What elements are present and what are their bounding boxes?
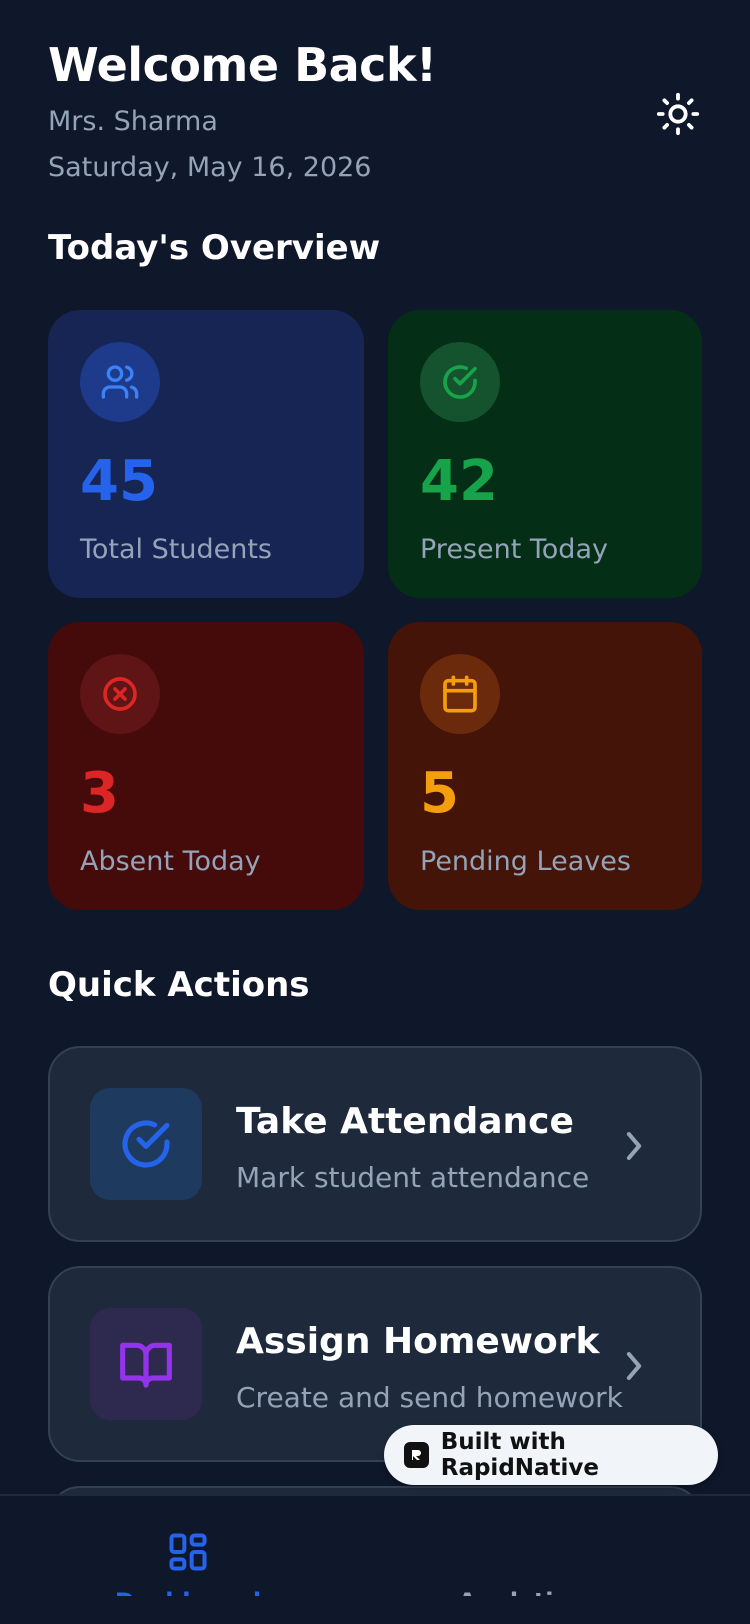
- calendar-icon: [443, 675, 477, 713]
- stat-value: 45: [80, 449, 158, 514]
- stat-icon-wrap: [420, 342, 500, 422]
- stat-value: 5: [420, 761, 459, 826]
- action-title: Assign Homework: [236, 1321, 600, 1362]
- current-date: Saturday, May 16, 2026: [48, 152, 372, 183]
- header: Welcome Back! Mrs. Sharma Saturday, May …: [48, 36, 702, 186]
- stat-value: 3: [80, 761, 119, 826]
- teacher-name: Mrs. Sharma: [48, 106, 218, 137]
- stat-label: Total Students: [80, 534, 272, 565]
- stat-card-present-today[interactable]: 42 Present Today: [388, 310, 702, 598]
- stat-card-absent-today[interactable]: 3 Absent Today: [48, 622, 364, 910]
- chevron-right-icon: [616, 1346, 652, 1386]
- sun-icon: [656, 92, 700, 136]
- stat-card-total-students[interactable]: 45 Total Students: [48, 310, 364, 598]
- action-title: Take Attendance: [236, 1101, 574, 1142]
- stat-icon-wrap: [420, 654, 500, 734]
- stat-label: Pending Leaves: [420, 846, 631, 877]
- stat-value: 42: [420, 449, 498, 514]
- quick-actions-section-title: Quick Actions: [48, 965, 310, 1005]
- screen-bottom-edge: [0, 1596, 750, 1624]
- stat-card-pending-leaves[interactable]: 5 Pending Leaves: [388, 622, 702, 910]
- book-open-icon: [120, 1342, 172, 1388]
- rapidnative-logo-icon: [404, 1442, 429, 1468]
- x-circle-icon: [103, 677, 137, 711]
- badge-label: Built with RapidNative: [440, 1429, 600, 1481]
- stat-icon-wrap: [80, 342, 160, 422]
- chevron-right-icon: [616, 1126, 652, 1166]
- action-subtitle: Create and send homework: [236, 1381, 623, 1414]
- action-icon-wrap: [90, 1308, 202, 1420]
- users-icon: [101, 365, 139, 399]
- stat-label: Absent Today: [80, 846, 261, 877]
- check-circle-icon: [122, 1120, 170, 1168]
- stat-icon-wrap: [80, 654, 160, 734]
- welcome-title: Welcome Back!: [48, 38, 437, 92]
- overview-section-title: Today's Overview: [48, 228, 381, 268]
- take-attendance-action[interactable]: Take Attendance Mark student attendance: [48, 1046, 702, 1242]
- theme-toggle-button[interactable]: [652, 88, 704, 140]
- built-with-badge[interactable]: Built with RapidNative: [384, 1425, 718, 1485]
- stat-label: Present Today: [420, 534, 608, 565]
- action-icon-wrap: [90, 1088, 202, 1200]
- action-subtitle: Mark student attendance: [236, 1161, 590, 1194]
- dashboard-icon: [169, 1533, 207, 1571]
- check-circle-icon: [443, 365, 477, 399]
